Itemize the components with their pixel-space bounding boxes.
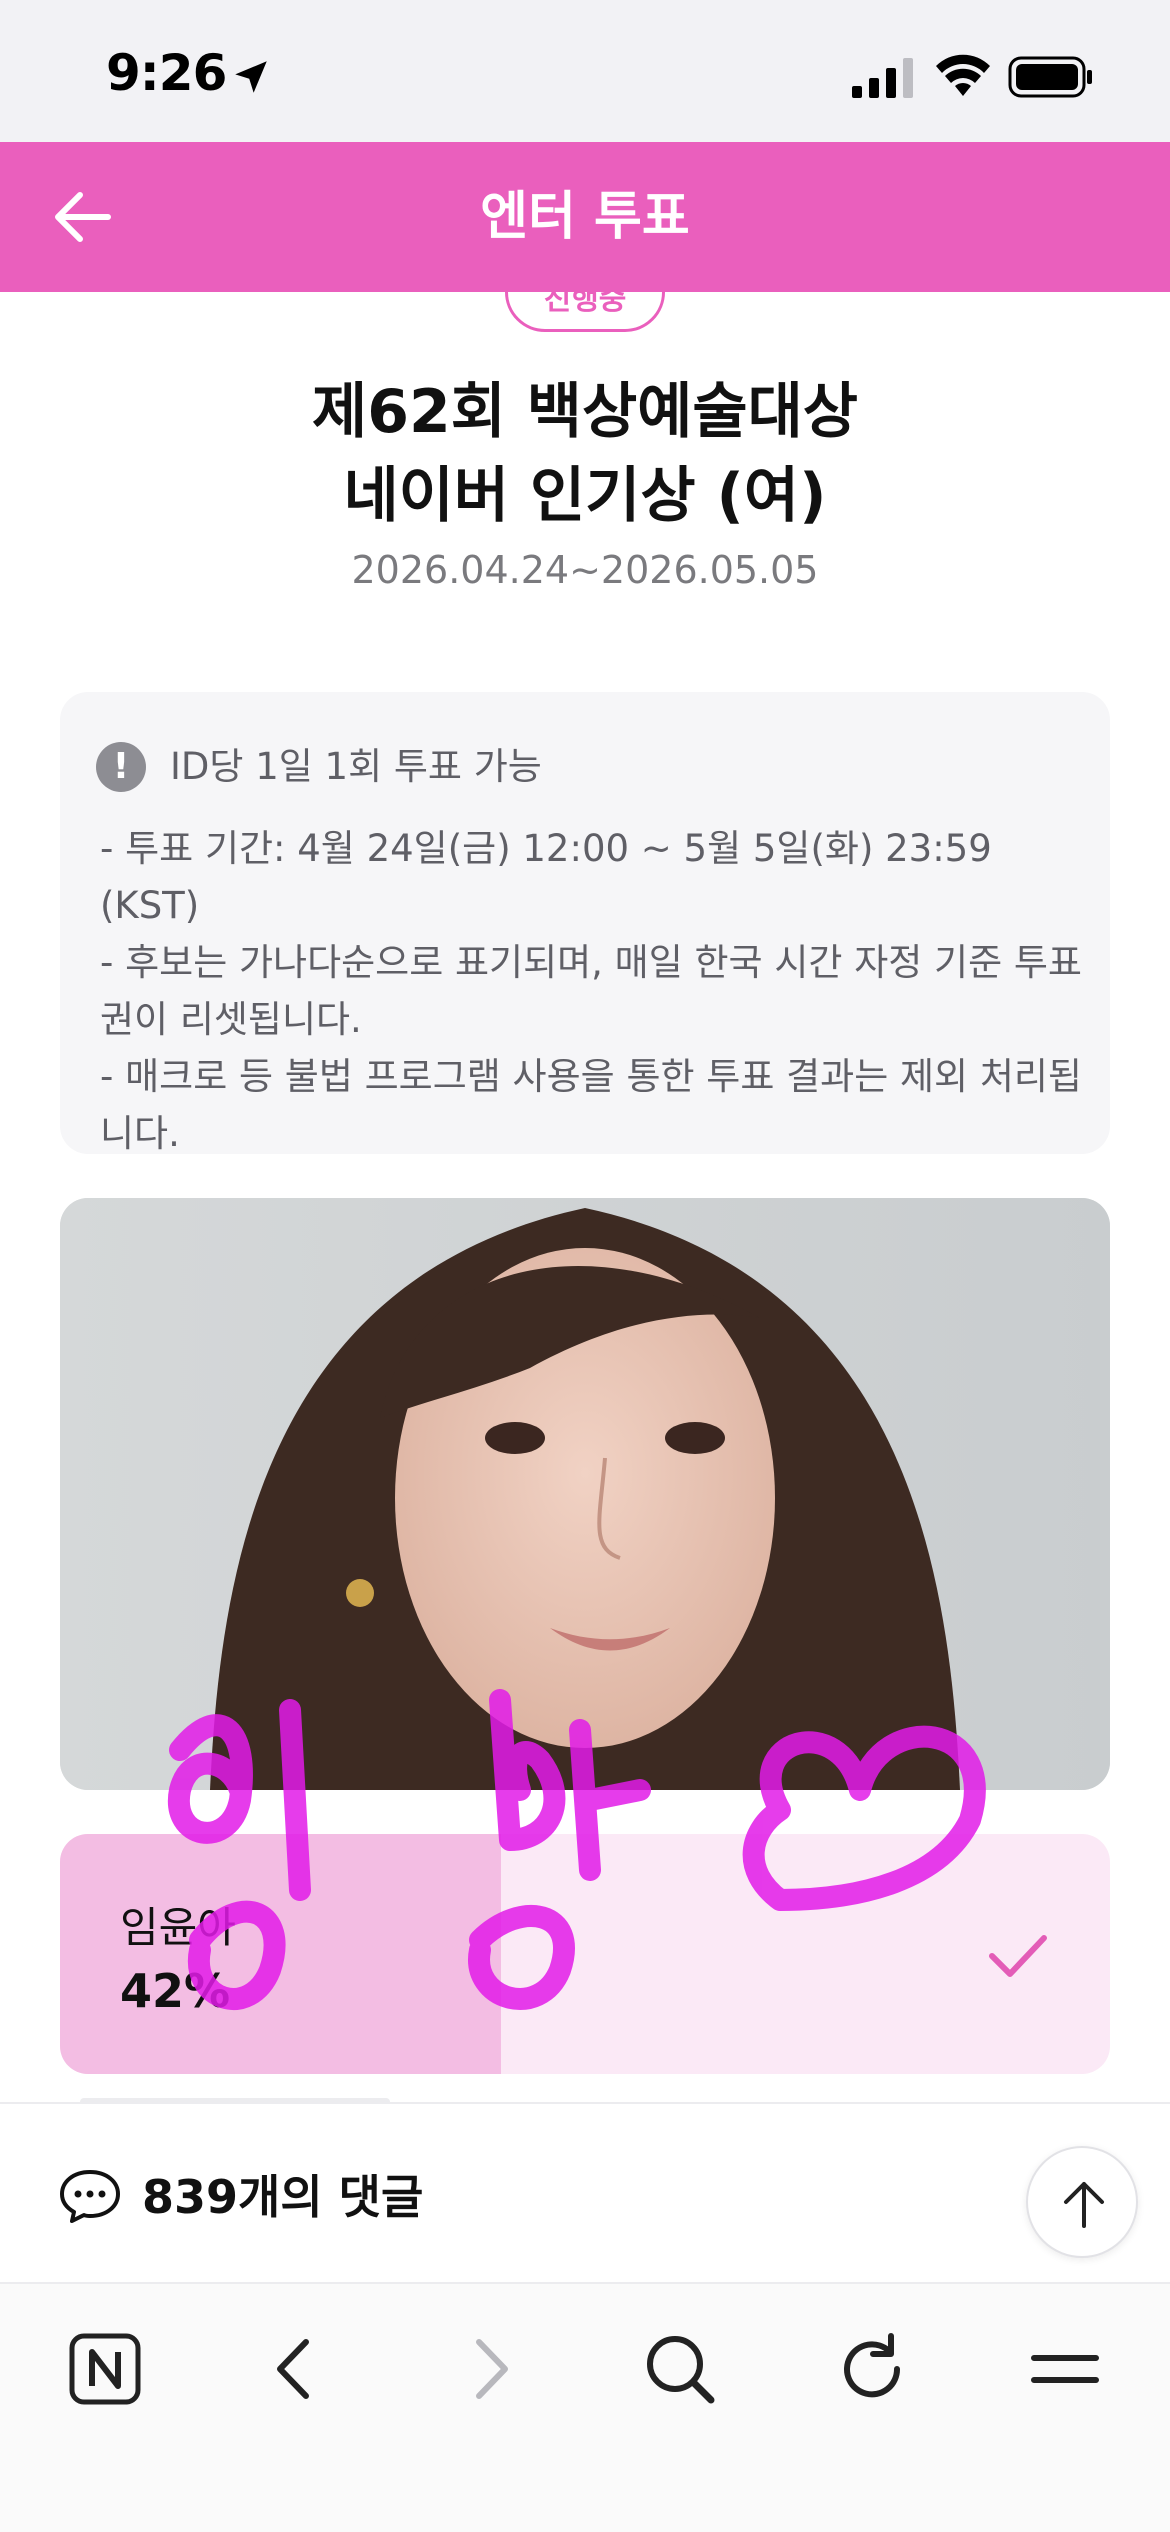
notice-box: ! ID당 1일 1회 투표 가능 - 투표 기간: 4월 24일(금) 12:…	[60, 692, 1110, 1155]
app-header: 엔터 투표	[0, 142, 1170, 292]
naver-n-icon	[69, 2333, 141, 2405]
notice-line: - 매크로 등 불법 프로그램 사용을 통한 투표 결과는 제외 처리됩니다.	[100, 1055, 1082, 1155]
notice-line: - 투표 기간: 4월 24일(금) 12:00 ~ 5월 5일(화) 23:5…	[100, 827, 992, 927]
chevron-right-icon	[476, 2339, 508, 2399]
comments-bar[interactable]: 839개의 댓글	[0, 2102, 1170, 2284]
poll-period: 2026.04.24~2026.05.05	[351, 548, 819, 592]
scroll-to-top-button[interactable]	[1026, 2146, 1138, 2258]
wifi-icon	[936, 54, 990, 96]
cellular-signal-icon	[852, 58, 913, 98]
poll-title-line-2: 네이버 인기상 (여)	[343, 461, 827, 531]
reload-icon	[844, 2333, 901, 2398]
poll-title: 제62회 백상예술대상 네이버 인기상 (여)	[0, 370, 1170, 538]
candidate-photo[interactable]	[60, 1198, 1110, 1790]
naver-home-button[interactable]	[60, 2324, 150, 2414]
vote-percent: 42%	[120, 1964, 231, 2018]
status-bar: 9:26	[0, 0, 1170, 142]
back-arrow-icon[interactable]	[44, 177, 124, 257]
battery-icon	[1008, 56, 1092, 98]
notice-line: - 후보는 가나다순으로 표기되며, 매일 한국 시간 자정 기준 투표권이 리…	[100, 941, 1082, 1041]
speech-bubble-icon	[60, 2170, 120, 2223]
notice-heading: ID당 1일 1회 투표 가능	[170, 745, 542, 788]
arrow-up-icon	[1064, 2182, 1104, 2228]
browser-back-button[interactable]	[250, 2324, 340, 2414]
comment-count[interactable]: 839개의 댓글	[142, 2164, 423, 2230]
check-icon	[989, 1935, 1047, 1977]
candidate-name: 임윤아	[120, 1903, 236, 1952]
vote-option-row[interactable]: 임윤아 42%	[60, 1834, 1110, 2074]
exclamation-icon: !	[96, 742, 146, 792]
chevron-left-icon	[277, 2339, 309, 2399]
browser-menu-button[interactable]	[1020, 2324, 1110, 2414]
browser-toolbar	[0, 2284, 1170, 2532]
status-time: 9:26	[106, 44, 227, 102]
browser-search-button[interactable]	[635, 2324, 725, 2414]
candidate-portrait-image	[60, 1198, 1110, 1790]
search-icon	[647, 2336, 715, 2404]
location-arrow-icon	[235, 61, 267, 93]
menu-icon	[1031, 2355, 1099, 2383]
page-title: 엔터 투표	[480, 187, 690, 247]
browser-forward-button[interactable]	[445, 2324, 535, 2414]
browser-reload-button[interactable]	[827, 2324, 917, 2414]
notice-lines: - 투표 기간: 4월 24일(금) 12:00 ~ 5월 5일(화) 23:5…	[100, 820, 1090, 1162]
poll-title-line-1: 제62회 백상예술대상	[312, 377, 858, 447]
